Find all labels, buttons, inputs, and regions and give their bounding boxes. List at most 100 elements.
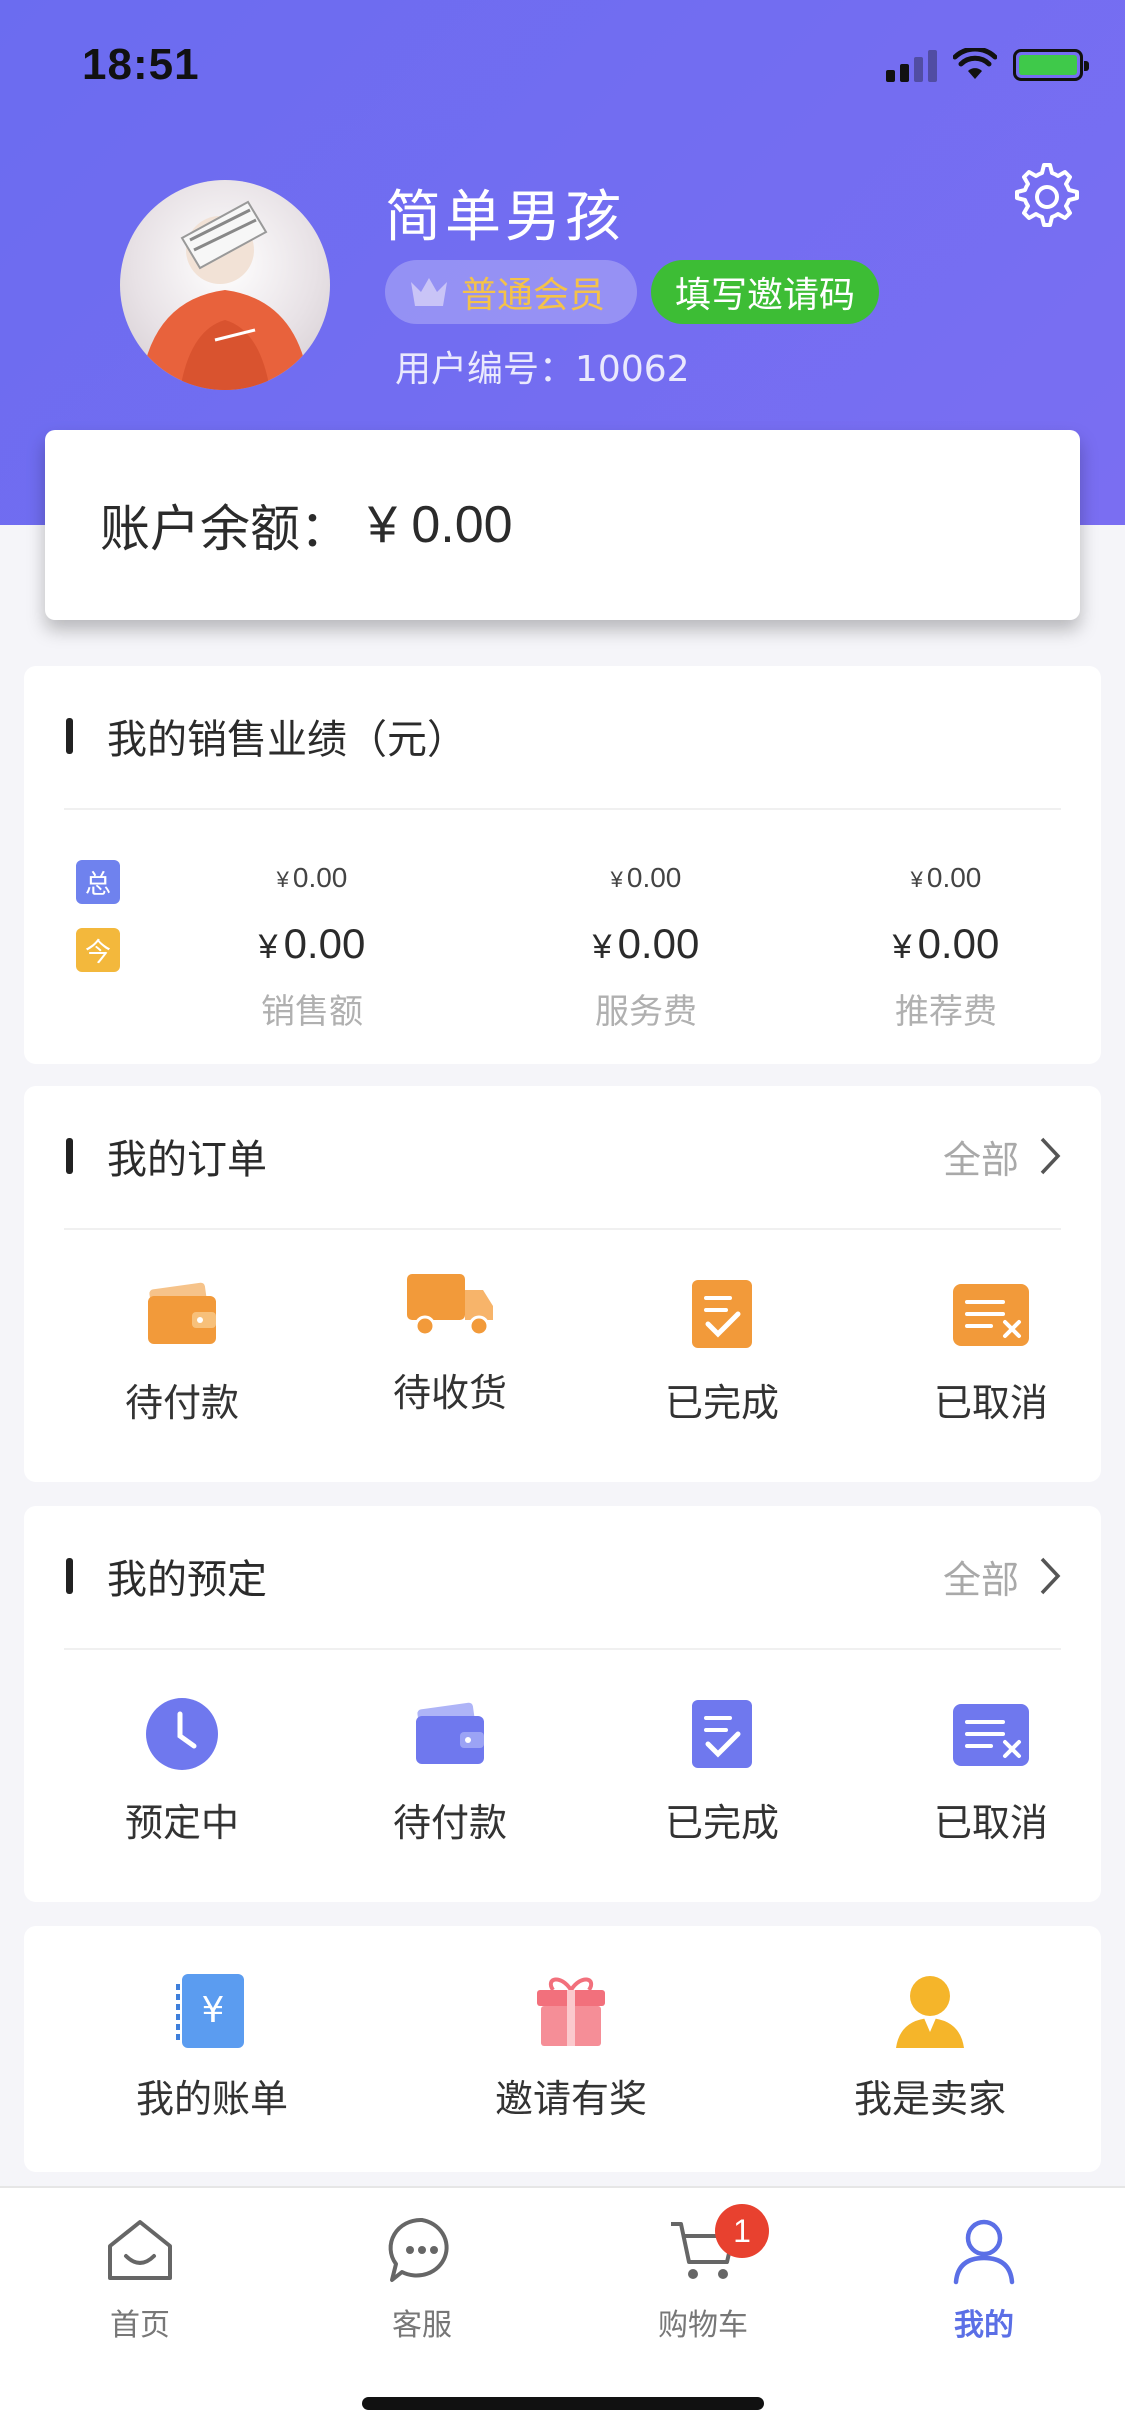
wallet-icon [148,1282,216,1344]
battery-icon [1013,49,1089,81]
sales-amount-column: ¥0.00 ¥0.00 销售额 [182,862,442,1033]
section-marker [66,1558,73,1594]
checklist-icon [692,1280,752,1348]
cancel-list-icon [953,1704,1029,1766]
orders-completed-label: 已完成 [664,1381,779,1425]
reservations-completed-label: 已完成 [664,1801,779,1845]
orders-view-all-link[interactable]: 全部 [943,1086,1061,1226]
divider [64,808,1061,810]
reservations-completed[interactable]: 已完成 [607,1694,837,1847]
reservations-cancelled-label: 已取消 [933,1801,1048,1845]
orders-title: 我的订单 [107,1137,267,1183]
my-bills-button[interactable]: ¥ 我的账单 [82,1970,342,2123]
wifi-icon [953,48,997,79]
referral-fee-today: ¥0.00 [892,920,1000,967]
invite-rewards-label: 邀请有奖 [494,2077,647,2121]
status-icons [886,48,1089,82]
tab-customer-service[interactable]: 客服 [322,2214,522,2344]
enter-invite-code-button[interactable]: 填写邀请码 [651,260,880,324]
sales-amount-total: ¥0.00 [276,862,348,893]
orders-view-all-label: 全部 [942,1137,1019,1182]
tab-home-label: 首页 [110,2308,170,2343]
profile-badges: 普通会员 填写邀请码 [385,260,880,324]
service-fee-today: ¥0.00 [592,920,700,967]
balance-value: ¥ 0.00 [368,496,513,554]
today-tag: 今 [76,928,120,972]
tab-home[interactable]: 首页 [40,2214,240,2344]
svg-text:¥: ¥ [202,1990,225,2031]
seller-entry-button[interactable]: 我是卖家 [800,1970,1060,2123]
status-bar: 18:51 [0,0,1125,140]
home-indicator[interactable] [362,2397,764,2410]
user-name: 简单男孩 [385,185,625,250]
seller-icon [896,1976,964,2048]
tools-card: ¥ 我的账单 邀请有奖 我是卖家 [24,1926,1101,2172]
wallet-icon [416,1702,484,1764]
reservations-view-all-label: 全部 [942,1557,1019,1602]
cellular-signal-icon [886,48,937,82]
section-marker [66,718,73,754]
seller-entry-label: 我是卖家 [853,2077,1006,2121]
account-balance-card[interactable]: 账户余额： ¥ 0.00 [45,430,1080,620]
truck-icon [407,1274,493,1337]
cart-count-badge: 1 [715,2204,769,2258]
status-time: 18:51 [82,40,200,89]
user-icon [953,2219,1015,2285]
my-bills-label: 我的账单 [135,2077,288,2121]
reservations-cancelled[interactable]: 已取消 [876,1694,1106,1847]
referral-fee-total: ¥0.00 [910,862,982,893]
sales-header: 我的销售业绩（元） [24,666,1101,806]
service-fee-label: 服务费 [595,992,697,1032]
reservations-grid: 预定中 待付款 已完成 已取消 [24,1646,1101,1906]
sales-title: 我的销售业绩（元） [107,717,467,763]
avatar[interactable] [120,180,330,390]
orders-pending-receipt[interactable]: 待收货 [335,1264,565,1417]
gift-icon [537,1977,605,2046]
crown-icon [411,278,447,306]
tab-cart-label: 购物车 [658,2308,748,2343]
tab-customer-service-label: 客服 [392,2308,452,2343]
reservations-in-progress[interactable]: 预定中 [67,1694,297,1847]
referral-fee-column: ¥0.00 ¥0.00 推荐费 [816,862,1076,1033]
my-reservations-card: 我的预定 全部 预定中 待付款 已完成 已取消 [24,1506,1101,1902]
clock-icon [146,1698,218,1770]
referral-fee-label: 推荐费 [895,992,997,1032]
sales-amount-label: 销售额 [261,992,363,1032]
chat-icon [388,2217,449,2282]
reservations-in-progress-label: 预定中 [124,1801,239,1845]
reservations-pending-payment[interactable]: 待付款 [335,1694,565,1847]
reservations-pending-payment-label: 待付款 [392,1801,507,1845]
checklist-icon [692,1700,752,1768]
orders-grid: 待付款 待收货 已完成 已取消 [24,1226,1101,1486]
reservations-view-all-link[interactable]: 全部 [943,1506,1061,1646]
avatar-illustration [140,200,310,390]
tab-cart[interactable]: 1 购物车 [603,2204,803,2344]
chevron-right-icon [1040,1137,1061,1175]
balance-label: 账户余额： [100,500,350,558]
orders-completed[interactable]: 已完成 [607,1274,837,1427]
chevron-right-icon [1040,1557,1061,1595]
user-id: 用户编号：10062 [395,340,690,392]
total-tag: 总 [76,860,120,904]
reservations-title: 我的预定 [107,1557,267,1603]
sales-performance-card: 我的销售业绩（元） 总 今 ¥0.00 ¥0.00 销售额 ¥0.00 ¥0.0… [24,666,1101,1064]
bill-icon: ¥ [176,1974,244,2048]
orders-cancelled-label: 已取消 [933,1381,1048,1425]
member-level-label: 普通会员 [461,275,606,316]
orders-pending-payment[interactable]: 待付款 [67,1274,297,1427]
service-fee-total: ¥0.00 [610,862,682,893]
orders-pending-receipt-label: 待收货 [392,1371,507,1415]
settings-gear-icon[interactable] [1012,162,1082,232]
orders-cancelled[interactable]: 已取消 [876,1274,1106,1427]
member-level-badge: 普通会员 [385,260,638,324]
invite-rewards-button[interactable]: 邀请有奖 [441,1970,701,2123]
user-id-value: 10062 [575,349,690,390]
section-marker [66,1138,73,1174]
service-fee-column: ¥0.00 ¥0.00 服务费 [516,862,776,1033]
orders-pending-payment-label: 待付款 [124,1381,239,1425]
my-orders-card: 我的订单 全部 待付款 待收货 已完成 已取消 [24,1086,1101,1482]
home-icon [108,2220,172,2280]
tab-me[interactable]: 我的 [884,2214,1084,2344]
reservations-header: 我的预定 [24,1506,1101,1646]
user-id-label: 用户编号： [395,349,576,390]
